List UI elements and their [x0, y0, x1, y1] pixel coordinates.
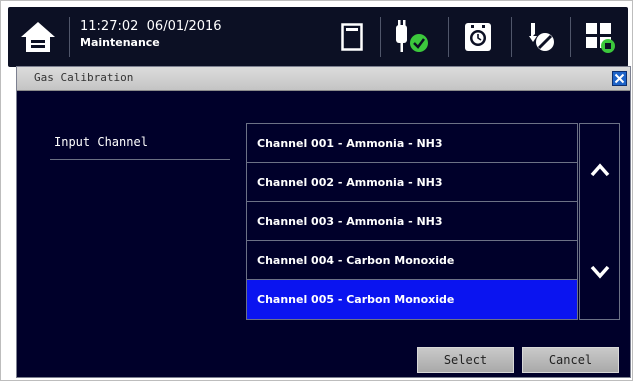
- dialog-titlebar: Gas Calibration: [17, 67, 630, 91]
- device-status-icon: [586, 23, 615, 53]
- separator: [448, 17, 449, 57]
- timer-icon: [465, 23, 491, 51]
- separator: [380, 17, 381, 57]
- select-button[interactable]: Select: [417, 347, 514, 373]
- channel-item-2[interactable]: Channel 002 - Ammonia - NH3: [247, 163, 577, 202]
- screen: 11:27:02 06/01/2016 Maintenance Gas Cali…: [0, 0, 633, 381]
- cancel-button[interactable]: Cancel: [522, 347, 619, 373]
- scroll-down-button[interactable]: [580, 252, 619, 292]
- chevron-down-icon: [590, 265, 609, 279]
- device-status-button[interactable]: [578, 15, 622, 59]
- time-date: 11:27:02 06/01/2016: [80, 19, 222, 34]
- channel-item-4[interactable]: Channel 004 - Carbon Monoxide: [247, 241, 577, 280]
- sd-card-button[interactable]: [330, 15, 374, 59]
- separator: [511, 17, 512, 57]
- channel-item-3[interactable]: Channel 003 - Ammonia - NH3: [247, 202, 577, 241]
- chevron-up-icon: [590, 163, 609, 177]
- no-calibration-icon: [529, 23, 554, 51]
- gas-calibration-dialog: Gas Calibration Input Channel Channel 00…: [16, 66, 631, 378]
- list-scroll-controls: [579, 123, 620, 320]
- label-underline: [50, 159, 230, 160]
- home-icon: [21, 22, 55, 52]
- clock: 11:27:02 06/01/2016 Maintenance: [80, 19, 222, 51]
- dialog-title: Gas Calibration: [34, 71, 134, 84]
- timer-button[interactable]: [456, 15, 500, 59]
- separator: [69, 17, 70, 57]
- mode-label: Maintenance: [80, 36, 160, 49]
- channel-list[interactable]: Channel 001 - Ammonia - NH3 Channel 002 …: [246, 123, 578, 320]
- close-icon: [614, 73, 625, 84]
- sd-card-icon: [341, 23, 363, 51]
- calibration-status-button[interactable]: [518, 15, 562, 59]
- channel-item-1[interactable]: Channel 001 - Ammonia - NH3: [247, 124, 577, 163]
- close-button[interactable]: [612, 71, 627, 86]
- channel-item-5[interactable]: Channel 005 - Carbon Monoxide: [247, 280, 577, 319]
- separator: [570, 17, 571, 57]
- input-channel-label: Input Channel: [54, 135, 148, 149]
- scroll-up-button[interactable]: [580, 150, 619, 190]
- home-button[interactable]: [16, 17, 60, 57]
- status-bar: 11:27:02 06/01/2016 Maintenance: [8, 7, 628, 67]
- gas-ok-icon: [396, 20, 428, 52]
- gas-status-button[interactable]: [390, 15, 434, 59]
